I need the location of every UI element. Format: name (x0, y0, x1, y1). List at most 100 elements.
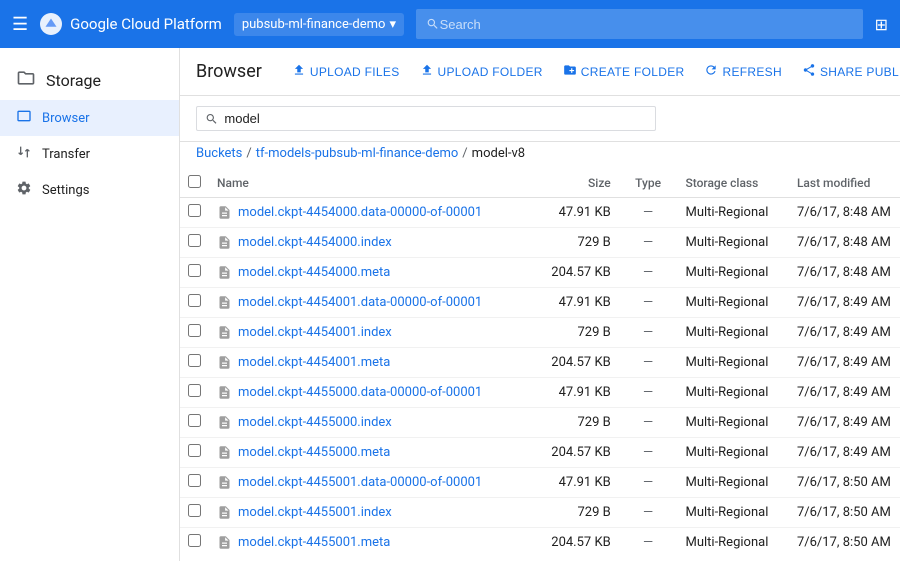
file-icon (217, 355, 238, 370)
table-row: model.ckpt-4454001.data-00000-of-0000147… (180, 288, 900, 318)
row-checkbox[interactable] (188, 384, 201, 397)
file-storage-class: Multi-Regional (677, 498, 788, 528)
project-name: pubsub-ml-finance-demo (242, 17, 386, 32)
upload-folder-icon (420, 63, 434, 80)
upload-folder-button[interactable]: UPLOAD FOLDER (410, 57, 553, 86)
row-checkbox-cell (180, 198, 209, 228)
row-checkbox[interactable] (188, 354, 201, 367)
main-content: Browser UPLOAD FILES UPLOAD FOLDER CREAT… (180, 48, 900, 561)
row-checkbox[interactable] (188, 534, 201, 547)
file-name-text: model.ckpt-4454001.index (238, 325, 392, 340)
row-checkbox[interactable] (188, 294, 201, 307)
file-size: 47.91 KB (543, 288, 619, 318)
file-name[interactable]: model.ckpt-4454001.meta (209, 348, 543, 378)
global-search-input[interactable] (440, 17, 853, 32)
file-storage-class: Multi-Regional (677, 198, 788, 228)
search-input[interactable]: model (224, 111, 647, 126)
sidebar-title: Storage (0, 56, 179, 100)
breadcrumb-sep-1: / (246, 146, 251, 161)
file-type: — (619, 498, 678, 528)
share-icon (802, 63, 816, 80)
upload-files-button[interactable]: UPLOAD FILES (282, 57, 410, 86)
col-header-modified: Last modified (789, 169, 900, 198)
file-name[interactable]: model.ckpt-4455001.meta (209, 528, 543, 551)
file-name[interactable]: model.ckpt-4455001.index (209, 498, 543, 528)
file-storage-class: Multi-Regional (677, 228, 788, 258)
global-search[interactable] (416, 9, 863, 39)
sidebar-item-transfer[interactable]: Transfer (0, 136, 179, 172)
file-name[interactable]: model.ckpt-4454000.data-00000-of-00001 (209, 198, 543, 228)
file-size: 729 B (543, 228, 619, 258)
file-name[interactable]: model.ckpt-4455000.data-00000-of-00001 (209, 378, 543, 408)
upload-folder-label: UPLOAD FOLDER (438, 65, 543, 79)
search-input-wrap: model (196, 106, 656, 131)
row-checkbox-cell (180, 378, 209, 408)
row-checkbox[interactable] (188, 474, 201, 487)
file-list: Name Size Type Storage class Last modifi… (180, 169, 900, 550)
row-checkbox[interactable] (188, 504, 201, 517)
bucket-name-link[interactable]: tf-models-pubsub-ml-finance-demo (256, 146, 459, 161)
browser-icon (16, 108, 32, 128)
file-name-text: model.ckpt-4455001.index (238, 505, 392, 520)
file-name[interactable]: model.ckpt-4454001.data-00000-of-00001 (209, 288, 543, 318)
file-last-modified: 7/6/17, 8:50 AM (789, 468, 900, 498)
select-all-checkbox[interactable] (188, 175, 201, 188)
file-type: — (619, 348, 678, 378)
create-folder-button[interactable]: CREATE FOLDER (553, 57, 695, 86)
file-icon (217, 475, 238, 490)
row-checkbox-cell (180, 258, 209, 288)
upload-files-label: UPLOAD FILES (310, 65, 400, 79)
file-storage-class: Multi-Regional (677, 258, 788, 288)
file-size: 204.57 KB (543, 438, 619, 468)
refresh-button[interactable]: REFRESH (694, 57, 791, 86)
google-cloud-icon (40, 13, 62, 35)
row-checkbox[interactable] (188, 444, 201, 457)
row-checkbox[interactable] (188, 264, 201, 277)
row-checkbox[interactable] (188, 414, 201, 427)
file-name[interactable]: model.ckpt-4455000.index (209, 408, 543, 438)
row-checkbox[interactable] (188, 324, 201, 337)
file-name[interactable]: model.ckpt-4454000.index (209, 228, 543, 258)
file-name[interactable]: model.ckpt-4455001.data-00000-of-00001 (209, 468, 543, 498)
hamburger-menu-icon[interactable]: ☰ (12, 14, 28, 35)
row-checkbox[interactable] (188, 204, 201, 217)
sidebar-browser-label: Browser (42, 111, 90, 126)
search-bar: model (180, 96, 900, 142)
top-bar: ☰ Google Cloud Platform pubsub-ml-financ… (0, 0, 900, 48)
file-name-text: model.ckpt-4454001.meta (238, 355, 390, 370)
file-storage-class: Multi-Regional (677, 318, 788, 348)
row-checkbox-cell (180, 348, 209, 378)
table-row: model.ckpt-4454000.meta204.57 KB—Multi-R… (180, 258, 900, 288)
file-name-text: model.ckpt-4454000.meta (238, 265, 390, 280)
file-name[interactable]: model.ckpt-4454000.meta (209, 258, 543, 288)
file-type: — (619, 318, 678, 348)
file-name-text: model.ckpt-4455000.meta (238, 445, 390, 460)
breadcrumb: Buckets / tf-models-pubsub-ml-finance-de… (180, 142, 900, 169)
file-last-modified: 7/6/17, 8:50 AM (789, 498, 900, 528)
row-checkbox[interactable] (188, 234, 201, 247)
file-storage-class: Multi-Regional (677, 378, 788, 408)
table-row: model.ckpt-4455001.index729 B—Multi-Regi… (180, 498, 900, 528)
buckets-link[interactable]: Buckets (196, 146, 242, 161)
file-name[interactable]: model.ckpt-4454001.index (209, 318, 543, 348)
file-type: — (619, 528, 678, 551)
file-storage-class: Multi-Regional (677, 408, 788, 438)
sidebar-item-browser[interactable]: Browser (0, 100, 179, 136)
grid-view-icon[interactable]: ⊞ (875, 15, 888, 34)
file-last-modified: 7/6/17, 8:49 AM (789, 288, 900, 318)
file-last-modified: 7/6/17, 8:49 AM (789, 438, 900, 468)
file-last-modified: 7/6/17, 8:50 AM (789, 528, 900, 551)
share-publicly-button[interactable]: SHARE PUBLICLY (792, 57, 900, 86)
sidebar-transfer-label: Transfer (42, 147, 90, 162)
file-storage-class: Multi-Regional (677, 288, 788, 318)
create-folder-label: CREATE FOLDER (581, 65, 685, 79)
project-selector[interactable]: pubsub-ml-finance-demo ▾ (234, 13, 404, 36)
row-checkbox-cell (180, 318, 209, 348)
file-name[interactable]: model.ckpt-4455000.meta (209, 438, 543, 468)
file-last-modified: 7/6/17, 8:48 AM (789, 228, 900, 258)
file-size: 204.57 KB (543, 528, 619, 551)
file-type: — (619, 438, 678, 468)
sidebar-item-settings[interactable]: Settings (0, 172, 179, 208)
file-storage-class: Multi-Regional (677, 438, 788, 468)
col-header-storage: Storage class (677, 169, 788, 198)
